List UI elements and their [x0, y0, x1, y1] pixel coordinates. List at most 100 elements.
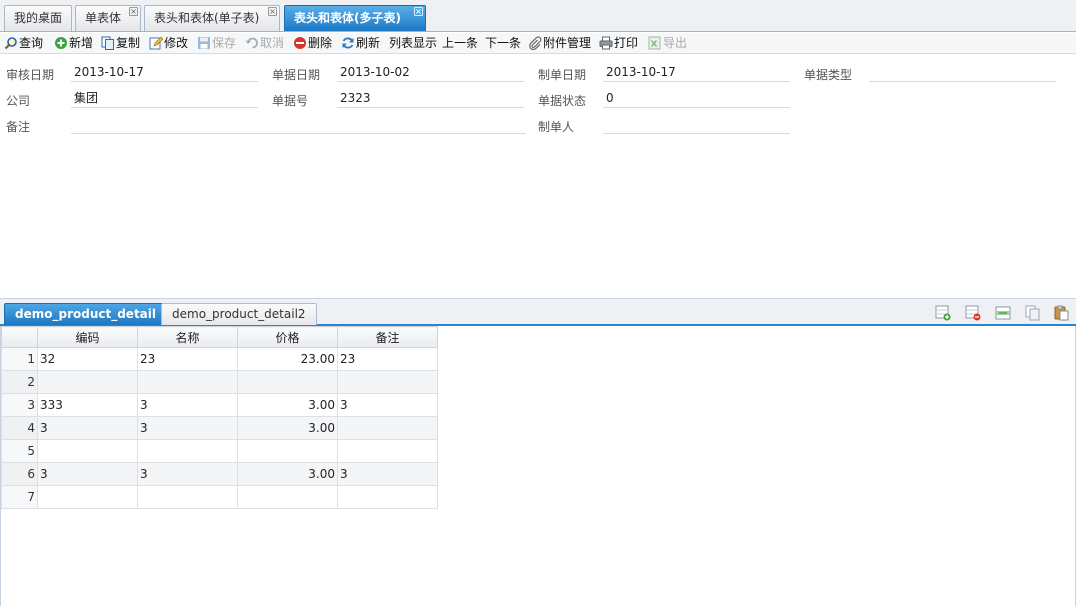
column-header-code[interactable]: 编码: [37, 326, 138, 348]
cell-code[interactable]: 3: [37, 416, 138, 440]
delete-button[interactable]: 删除: [293, 34, 332, 53]
delete-label: 删除: [308, 36, 333, 50]
cell-code[interactable]: [37, 370, 138, 394]
cell-price[interactable]: 23.00: [237, 347, 338, 371]
edit-label: 修改: [164, 36, 189, 50]
cell-name[interactable]: [137, 439, 238, 463]
remark-field[interactable]: [71, 115, 526, 134]
next-record-button[interactable]: 下一条: [485, 34, 521, 53]
doc-status-field[interactable]: 0: [603, 89, 790, 108]
doc-status-label: 单据状态: [538, 94, 587, 108]
export-button[interactable]: 导出: [648, 34, 687, 53]
cell-price[interactable]: 3.00: [237, 416, 338, 440]
cell-code[interactable]: 32: [37, 347, 138, 371]
table-row[interactable]: 4 3 3 3.00: [1, 416, 438, 440]
row-number: 1: [1, 347, 38, 371]
tab-header-body-single[interactable]: 表头和表体(单子表) ×: [144, 5, 280, 31]
cell-price[interactable]: [237, 370, 338, 394]
cell-price[interactable]: 3.00: [237, 462, 338, 486]
cell-price[interactable]: [237, 439, 338, 463]
paste-row-icon[interactable]: [1053, 305, 1069, 321]
edit-button[interactable]: 修改: [149, 34, 188, 53]
cell-code[interactable]: [37, 485, 138, 509]
add-label: 新增: [69, 36, 94, 50]
tab-label: 表头和表体(多子表): [294, 11, 401, 25]
cell-code[interactable]: [37, 439, 138, 463]
audit-date-field[interactable]: 2013-10-17: [71, 63, 258, 82]
save-button[interactable]: 保存: [197, 34, 236, 53]
creator-field[interactable]: [603, 115, 790, 134]
doc-type-field[interactable]: [869, 63, 1056, 82]
query-button[interactable]: 查询: [4, 34, 43, 53]
printer-icon: [599, 36, 613, 50]
copy-button[interactable]: 复制: [101, 34, 140, 53]
close-icon[interactable]: ×: [129, 7, 138, 16]
cell-remark[interactable]: [337, 416, 438, 440]
doc-date-field[interactable]: 2013-10-02: [337, 63, 524, 82]
cell-name[interactable]: [137, 370, 238, 394]
prev-record-button[interactable]: 上一条: [442, 34, 478, 53]
close-icon[interactable]: ×: [268, 7, 277, 16]
cell-remark[interactable]: [337, 439, 438, 463]
copy-icon: [101, 36, 114, 50]
row-number-header: [1, 326, 38, 348]
delete-row-icon[interactable]: [965, 305, 981, 321]
tab-label: 我的桌面: [14, 11, 63, 25]
cell-name[interactable]: 3: [137, 393, 238, 417]
cell-code[interactable]: 333: [37, 393, 138, 417]
table-row[interactable]: 2: [1, 370, 438, 394]
column-header-remark[interactable]: 备注: [337, 326, 438, 348]
refresh-button[interactable]: 刷新: [341, 34, 380, 53]
detail-tab-bar: demo_product_detail demo_product_detail2: [0, 299, 1076, 326]
next-label: 下一条: [485, 36, 522, 50]
edit-icon: [149, 36, 163, 50]
table-row[interactable]: 5: [1, 439, 438, 463]
cell-remark[interactable]: [337, 370, 438, 394]
doc-no-label: 单据号: [272, 94, 309, 108]
list-view-label: 列表显示: [389, 36, 438, 50]
attachments-button[interactable]: 附件管理: [528, 34, 591, 53]
tab-single-table[interactable]: 单表体 ×: [75, 5, 141, 31]
cell-code[interactable]: 3: [37, 462, 138, 486]
insert-row-icon[interactable]: [995, 305, 1011, 321]
export-excel-icon: [648, 36, 661, 50]
table-row[interactable]: 3 333 3 3.00 3: [1, 393, 438, 417]
header-form: 审核日期 2013-10-17 单据日期 2013-10-02 制单日期 201…: [0, 55, 1076, 299]
cell-name[interactable]: 3: [137, 416, 238, 440]
cell-name[interactable]: 3: [137, 462, 238, 486]
save-label: 保存: [212, 36, 237, 50]
cell-price[interactable]: [237, 485, 338, 509]
cell-remark[interactable]: 23: [337, 347, 438, 371]
tab-demo-product-detail2[interactable]: demo_product_detail2: [161, 303, 317, 325]
company-field[interactable]: 集团: [71, 89, 258, 108]
list-view-button[interactable]: 列表显示: [389, 34, 437, 53]
row-number: 6: [1, 462, 38, 486]
row-number: 7: [1, 485, 38, 509]
close-icon[interactable]: ×: [414, 7, 423, 16]
doc-no-field[interactable]: 2323: [337, 89, 524, 108]
add-icon: [55, 37, 67, 49]
table-row[interactable]: 1 32 23 23.00 23: [1, 347, 438, 371]
tab-label: 表头和表体(单子表): [154, 11, 260, 25]
cell-remark[interactable]: 3: [337, 462, 438, 486]
table-row[interactable]: 6 3 3 3.00 3: [1, 462, 438, 486]
cell-price[interactable]: 3.00: [237, 393, 338, 417]
column-header-price[interactable]: 价格: [237, 326, 338, 348]
table-row[interactable]: 7: [1, 485, 438, 509]
tab-demo-product-detail[interactable]: demo_product_detail: [4, 303, 167, 325]
row-number: 3: [1, 393, 38, 417]
tab-desktop[interactable]: 我的桌面: [4, 5, 72, 31]
cell-name[interactable]: [137, 485, 238, 509]
add-button[interactable]: 新增: [54, 34, 93, 53]
cancel-button[interactable]: 取消: [245, 34, 284, 53]
cell-remark[interactable]: [337, 485, 438, 509]
row-number: 4: [1, 416, 38, 440]
cell-remark[interactable]: 3: [337, 393, 438, 417]
create-date-field[interactable]: 2013-10-17: [603, 63, 790, 82]
column-header-name[interactable]: 名称: [137, 326, 238, 348]
cell-name[interactable]: 23: [137, 347, 238, 371]
add-row-icon[interactable]: [935, 305, 951, 321]
print-button[interactable]: 打印: [599, 34, 638, 53]
tab-header-body-multi[interactable]: 表头和表体(多子表) ×: [284, 5, 426, 31]
copy-row-icon[interactable]: [1025, 305, 1041, 321]
